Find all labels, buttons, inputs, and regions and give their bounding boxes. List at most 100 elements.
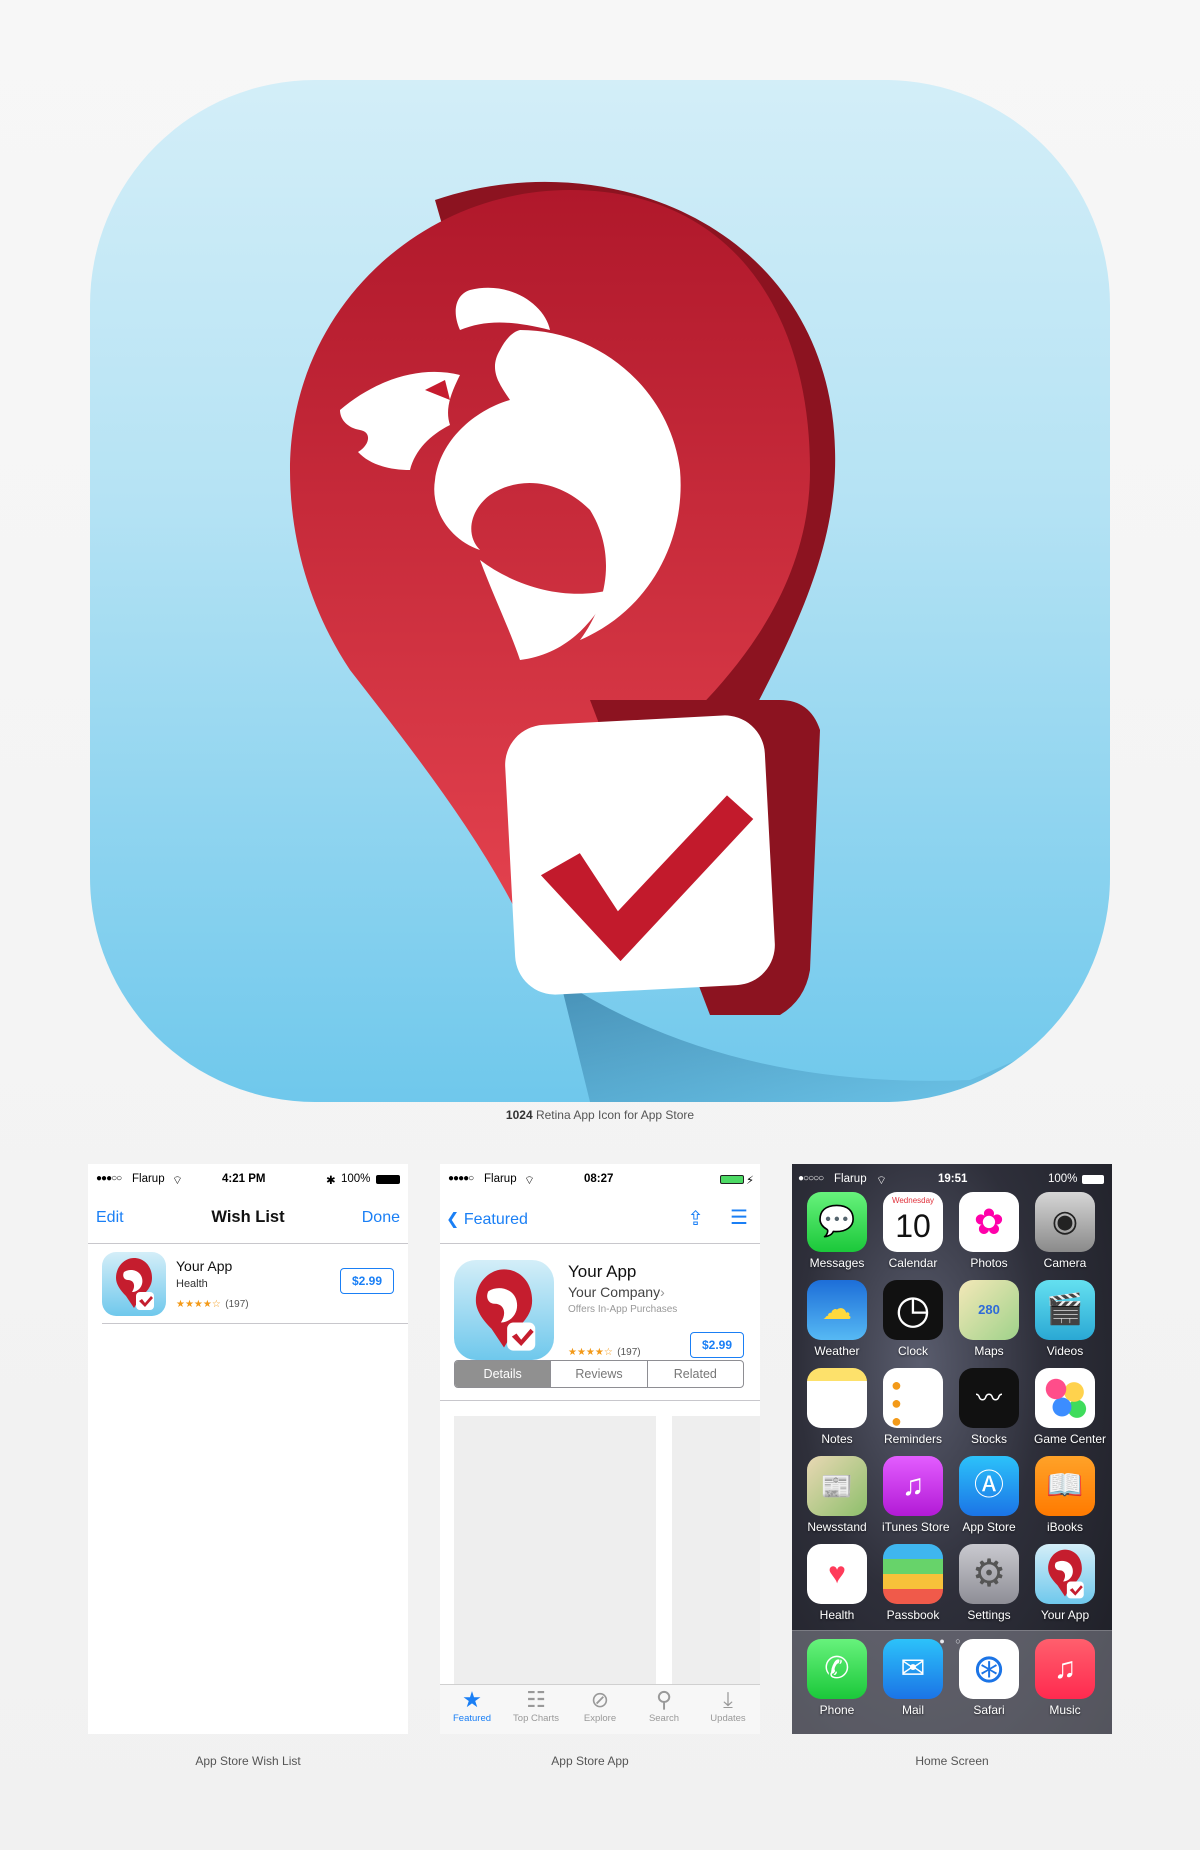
signal-icon: ●○○○○ [798, 1173, 824, 1184]
status-bar: ●○○○○ Flarup ⌔ 19:51 100% [792, 1164, 1112, 1194]
lion-pin-icon [290, 181, 1110, 1102]
heart-icon: ♥ [807, 1544, 867, 1604]
app-stocks[interactable]: 〰 Stocks [958, 1368, 1020, 1446]
calendar-icon: Wednesday 10 [883, 1192, 943, 1252]
list-item[interactable]: Your App Health ★★★★☆ (197) $2.99 [102, 1244, 408, 1324]
app-itunes-store[interactable]: ♫ iTunes Store [882, 1456, 950, 1534]
photos-icon: ✿ [959, 1192, 1019, 1252]
app-icon [102, 1252, 166, 1316]
signal-icon: ●●●○○ [96, 1173, 122, 1184]
tab-reviews[interactable]: Reviews [551, 1361, 648, 1387]
rating-count: (197) [225, 1299, 249, 1310]
status-bar: ●●●●○ Flarup ⌔ 08:27 ⚡ [440, 1164, 760, 1194]
wifi-icon: ⌔ [172, 1175, 183, 1187]
page-title: Wish List [211, 1208, 285, 1226]
share-icon[interactable]: ⇪ [687, 1206, 704, 1231]
nav-bar: ❮ Featured ⇪ ☰ [440, 1194, 760, 1244]
itunes-icon: ♫ [883, 1456, 943, 1516]
tab-bar: ★ Featured ☷ Top Charts ⊘ Explore ⚲ Sear… [440, 1684, 760, 1734]
appstore-icon: Ⓐ [959, 1456, 1019, 1516]
tab-explore[interactable]: ⊘ Explore [568, 1685, 632, 1734]
screenshot-placeholder[interactable] [454, 1416, 656, 1688]
back-button[interactable]: ❮ Featured [446, 1209, 528, 1229]
app-your-app[interactable]: Your App [1034, 1544, 1096, 1622]
app-game-center[interactable]: Game Center [1034, 1368, 1106, 1446]
your-app-icon [1035, 1544, 1095, 1604]
search-icon: ⚲ [655, 1687, 673, 1712]
bluetooth-icon: ✱ [326, 1175, 336, 1187]
homescreen-caption: Home Screen [915, 1754, 989, 1768]
app-ibooks[interactable]: 📖 iBooks [1034, 1456, 1096, 1534]
app-passbook[interactable]: Passbook [882, 1544, 944, 1622]
tab-top-charts[interactable]: ☷ Top Charts [504, 1685, 568, 1734]
app-camera[interactable]: ◉ Camera [1034, 1192, 1096, 1270]
app-clock[interactable]: ◷ Clock [882, 1280, 944, 1358]
app-settings[interactable]: ⚙ Settings [958, 1544, 1020, 1622]
music-icon: ♫ [1035, 1639, 1095, 1699]
phone-icon: ✆ [807, 1639, 867, 1699]
battery-icon [376, 1175, 400, 1184]
status-time: 4:21 PM [222, 1173, 266, 1185]
app-newsstand[interactable]: 📰 Newsstand [806, 1456, 868, 1534]
screenshot-placeholder[interactable] [672, 1416, 760, 1688]
app-reminders[interactable]: ● ● ● Reminders [882, 1368, 944, 1446]
gear-icon: ⚙ [959, 1544, 1019, 1604]
app-safari[interactable]: ⊛ Safari [958, 1639, 1020, 1717]
tab-featured[interactable]: ★ Featured [440, 1685, 504, 1734]
app-health[interactable]: ♥ Health [806, 1544, 868, 1622]
app-icon [454, 1260, 554, 1360]
star-icon: ★ [462, 1687, 482, 1712]
dock: ✆ Phone ✉ Mail ⊛ Safari ♫ Music [792, 1630, 1112, 1734]
clock-icon: ◷ [883, 1280, 943, 1340]
app-name: Your App [568, 1262, 637, 1281]
app-music[interactable]: ♫ Music [1034, 1639, 1096, 1717]
notes-icon [807, 1368, 867, 1428]
newsstand-icon: 📰 [807, 1456, 867, 1516]
app-app-store[interactable]: Ⓐ App Store [958, 1456, 1020, 1534]
app-mail[interactable]: ✉ Mail [882, 1639, 944, 1717]
nav-bar: Edit Wish List Done [88, 1194, 408, 1244]
app-photos[interactable]: ✿ Photos [958, 1192, 1020, 1270]
segmented-control: Details Reviews Related [454, 1360, 744, 1388]
app-category: Health [176, 1278, 208, 1290]
carrier-label: Flarup [834, 1173, 867, 1185]
app-maps[interactable]: 280 Maps [958, 1280, 1020, 1358]
battery-icon [720, 1175, 744, 1184]
chevron-left-icon: ❮ [446, 1211, 460, 1228]
app-calendar[interactable]: Wednesday 10 Calendar [882, 1192, 944, 1270]
app-weather[interactable]: ☁ Weather [806, 1280, 868, 1358]
carrier-label: Flarup [484, 1173, 517, 1185]
battery-percent: 100% [1048, 1173, 1078, 1185]
ibooks-icon: 📖 [1035, 1456, 1095, 1516]
wifi-icon: ⌔ [876, 1175, 887, 1187]
carrier-label: Flarup [132, 1173, 165, 1185]
list-icon[interactable]: ☰ [730, 1205, 748, 1230]
signal-icon: ●●●●○ [448, 1173, 474, 1184]
status-time: 19:51 [938, 1173, 968, 1185]
app-messages[interactable]: 💬 Messages [806, 1192, 868, 1270]
iap-note: Offers In-App Purchases [568, 1304, 678, 1315]
price-button[interactable]: $2.99 [690, 1332, 744, 1358]
app-videos[interactable]: 🎬 Videos [1034, 1280, 1096, 1358]
battery-icon [1082, 1175, 1104, 1184]
tab-updates[interactable]: ⤓ Updates [696, 1685, 760, 1734]
wishlist-caption: App Store Wish List [195, 1754, 301, 1768]
stocks-icon: 〰 [959, 1368, 1019, 1428]
rating-stars: ★★★★☆ [176, 1299, 221, 1310]
company-link[interactable]: Your Company› [568, 1284, 665, 1300]
messages-icon: 💬 [807, 1192, 867, 1252]
charging-icon: ⚡ [746, 1175, 755, 1187]
mail-icon: ✉ [883, 1639, 943, 1699]
tab-search[interactable]: ⚲ Search [632, 1685, 696, 1734]
price-button[interactable]: $2.99 [340, 1268, 394, 1294]
game-center-icon [1035, 1368, 1095, 1428]
download-icon: ⤓ [723, 1687, 733, 1712]
done-button[interactable]: Done [362, 1209, 400, 1227]
compass-icon: ⊘ [590, 1687, 610, 1712]
tab-details[interactable]: Details [455, 1361, 552, 1387]
rating-count: (197) [617, 1347, 641, 1358]
app-phone[interactable]: ✆ Phone [806, 1639, 868, 1717]
app-name: Your App [176, 1258, 233, 1274]
app-notes[interactable]: Notes [806, 1368, 868, 1446]
tab-related[interactable]: Related [648, 1361, 743, 1387]
